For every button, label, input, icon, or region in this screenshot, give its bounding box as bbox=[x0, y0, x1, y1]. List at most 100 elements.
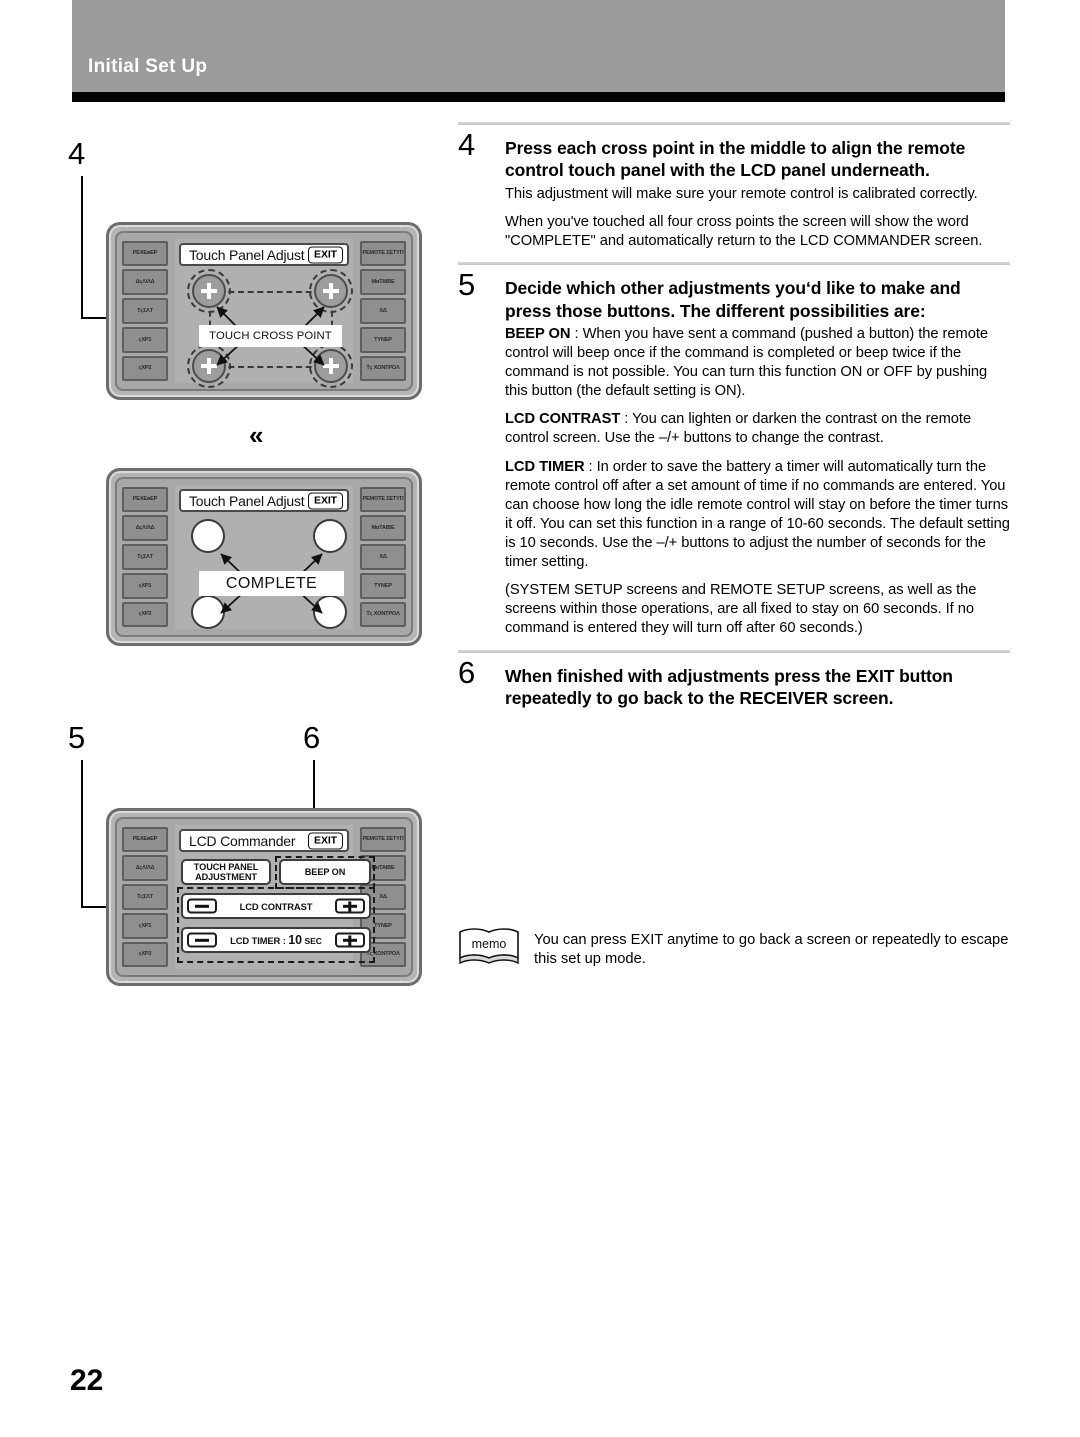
step-4-paragraph-2: When you've touched all four cross point… bbox=[505, 213, 983, 249]
callout-number-4: 4 bbox=[68, 136, 86, 171]
side-button-right-1[interactable]: PEMOTE ΣETYΠ bbox=[360, 240, 406, 267]
device-right-button-column: PEMOTE ΣETYΠ MαTAΙΒΕ XΔ TYNEP Tς XONTPOΛ bbox=[360, 485, 406, 629]
side-button-right-5[interactable]: Tς XONTPOΛ bbox=[360, 355, 406, 382]
figure-lcd-commander: РEXEʙЕР ΔςΛ/ΛΔ TςΣΛT ςXP1 ςXP2 PEMOTE ΣE… bbox=[106, 808, 422, 986]
screen-title: Touch Panel Adjust bbox=[189, 492, 305, 509]
exit-button[interactable]: EXIT bbox=[308, 492, 343, 509]
screen-title-bar: LCD Commander EXIT bbox=[179, 829, 349, 852]
touch-panel-line-1: TOUCH PANEL bbox=[193, 861, 259, 872]
side-button-right-5[interactable]: Tς XONTPOΛ bbox=[360, 601, 406, 628]
side-button-left-2[interactable]: ΔςΛ/ΛΔ bbox=[122, 269, 168, 296]
side-button-left-1[interactable]: РEXEʙЕР bbox=[122, 486, 168, 513]
callout-number-5: 5 bbox=[68, 720, 86, 755]
callout-5-leader-vertical bbox=[81, 760, 83, 908]
side-button-right-4[interactable]: TYNEP bbox=[360, 326, 406, 353]
touch-panel-line-2: ADJUSTMENT bbox=[195, 872, 257, 882]
cross-point-bottom-right[interactable] bbox=[314, 349, 348, 383]
instruction-text-column: 4 Press each cross point in the middle t… bbox=[458, 122, 1010, 720]
divider-above-step-4 bbox=[458, 122, 1010, 125]
device-left-button-column: РEXEʙЕР ΔςΛ/ΛΔ TςΣΛT ςXP1 ςXP2 bbox=[122, 825, 168, 969]
side-button-right-2[interactable]: MαTAΙΒΕ bbox=[360, 269, 406, 296]
device-bezel: РEXEʙЕР ΔςΛ/ΛΔ TςΣΛT ςXP1 ςXP2 PEMOTE ΣE… bbox=[115, 231, 413, 391]
device-left-button-column: РEXEʙЕР ΔςΛ/ΛΔ TςΣΛT ςXP1 ςXP2 bbox=[122, 239, 168, 383]
flow-chevron-marker: « bbox=[249, 420, 264, 450]
screen-title-bar: Touch Panel Adjust EXIT bbox=[179, 489, 349, 512]
exit-button[interactable]: EXIT bbox=[308, 832, 343, 849]
target-circle-bottom-left[interactable] bbox=[191, 595, 225, 629]
step-4: 4 Press each cross point in the middle t… bbox=[458, 129, 1010, 251]
lcd-timer-label: LCD TIMER : bbox=[230, 935, 286, 946]
side-button-right-1[interactable]: PEMOTE ΣETYΠ bbox=[360, 826, 406, 853]
lcd-timer-row[interactable]: LCD TIMER : 10 SEC bbox=[181, 927, 371, 953]
figure-touch-cross-point: РEXEʙЕР ΔςΛ/ΛΔ TςΣΛT ςXP1 ςXP2 PEMOTE ΣE… bbox=[106, 222, 422, 400]
cross-point-top-left[interactable] bbox=[192, 274, 226, 308]
cross-point-bottom-left[interactable] bbox=[192, 349, 226, 383]
lcd-contrast-row[interactable]: LCD CONTRAST bbox=[181, 893, 371, 919]
memo-label: memo bbox=[472, 937, 507, 951]
term-beep-on-text: : When you have sent a command (pushed a… bbox=[505, 325, 988, 400]
side-button-right-1[interactable]: PEMOTE ΣETYΠ bbox=[360, 486, 406, 513]
step-4-paragraph-1: This adjustment will make sure your remo… bbox=[505, 185, 978, 202]
term-beep-on: BEEP ON bbox=[505, 325, 571, 342]
complete-label: COMPLETE bbox=[199, 571, 344, 596]
side-button-right-4[interactable]: TYNEP bbox=[360, 572, 406, 599]
lcd-timer-value: 10 bbox=[288, 933, 302, 947]
step-5-definition-lcd-timer: LCD TIMER : In order to save the battery… bbox=[505, 458, 1010, 573]
divider-above-step-6 bbox=[458, 649, 1010, 653]
step-6: 6 When finished with adjustments press t… bbox=[458, 657, 1010, 710]
lcd-timer-minus-button[interactable] bbox=[187, 932, 217, 948]
side-button-left-2[interactable]: ΔςΛ/ΛΔ bbox=[122, 855, 168, 882]
lcd-contrast-minus-button[interactable] bbox=[187, 898, 217, 914]
device-left-button-column: РEXEʙЕР ΔςΛ/ΛΔ TςΣΛT ςXP1 ςXP2 bbox=[122, 485, 168, 629]
target-circle-top-left[interactable] bbox=[191, 519, 225, 553]
step-5-definition-lcd-contrast: LCD CONTRAST : You can lighten or darken… bbox=[505, 410, 1010, 448]
target-circle-bottom-right[interactable] bbox=[313, 595, 347, 629]
side-button-right-3[interactable]: XΔ bbox=[360, 544, 406, 570]
device-right-button-column: PEMOTE ΣETYΠ MαTAΙΒΕ XΔ TYNEP Tς XONTPOΛ bbox=[360, 239, 406, 383]
side-button-left-2[interactable]: ΔςΛ/ΛΔ bbox=[122, 515, 168, 542]
beep-on-button[interactable]: BEEP ON bbox=[279, 859, 371, 885]
lcd-contrast-label: LCD CONTRAST bbox=[239, 900, 313, 912]
touch-panel-adjustment-button[interactable]: TOUCH PANEL ADJUSTMENT bbox=[181, 859, 271, 885]
side-button-left-5[interactable]: ςXP2 bbox=[122, 601, 168, 628]
side-button-left-4[interactable]: ςXP1 bbox=[122, 326, 168, 353]
device-screen-touch-cross: Touch Panel Adjust EXIT TOUCH CROSS POIN… bbox=[175, 239, 353, 388]
side-button-left-1[interactable]: РEXEʙЕР bbox=[122, 240, 168, 267]
callout-number-6: 6 bbox=[303, 720, 321, 755]
touch-panel-adjustment-label: TOUCH PANEL ADJUSTMENT bbox=[193, 861, 259, 882]
side-button-right-2[interactable]: MαTAΙΒΕ bbox=[360, 515, 406, 542]
term-lcd-timer: LCD TIMER bbox=[505, 458, 585, 475]
memo-block: memo You can press EXIT anytime to go ba… bbox=[458, 926, 1010, 970]
side-button-left-4[interactable]: ςXP1 bbox=[122, 572, 168, 599]
exit-button[interactable]: EXIT bbox=[308, 246, 343, 263]
side-button-right-3[interactable]: XΔ bbox=[360, 298, 406, 324]
step-5: 5 Decide which other adjustments you‘d l… bbox=[458, 269, 1010, 638]
device-screen-lcd-commander: LCD Commander EXIT TOUCH PANEL ADJUSTMEN… bbox=[175, 825, 375, 969]
side-button-left-5[interactable]: ςXP2 bbox=[122, 941, 168, 968]
term-lcd-timer-text: : In order to save the battery a timer w… bbox=[505, 458, 1010, 571]
lcd-timer-label-group: LCD TIMER : 10 SEC bbox=[230, 933, 322, 947]
target-circle-top-right[interactable] bbox=[313, 519, 347, 553]
page-number: 22 bbox=[70, 1364, 104, 1397]
memo-book-icon: memo bbox=[458, 927, 520, 967]
step-5-definition-beep-on: BEEP ON : When you have sent a command (… bbox=[505, 325, 1010, 401]
lcd-timer-plus-button[interactable] bbox=[335, 932, 365, 948]
step-5-number: 5 bbox=[458, 267, 476, 303]
step-4-number: 4 bbox=[458, 127, 476, 162]
figure-complete: РEXEʙЕР ΔςΛ/ΛΔ TςΣΛT ςXP1 ςXP2 PEMOTE ΣE… bbox=[106, 468, 422, 646]
side-button-left-3[interactable]: TςΣΛT bbox=[122, 298, 168, 324]
side-button-left-4[interactable]: ςXP1 bbox=[122, 912, 168, 939]
callout-4-leader-vertical bbox=[81, 176, 83, 319]
side-button-left-1[interactable]: РEXEʙЕР bbox=[122, 826, 168, 853]
step-5-note: (SYSTEM SETUP screens and REMOTE SETUP s… bbox=[505, 582, 977, 637]
cross-point-top-right[interactable] bbox=[314, 274, 348, 308]
side-button-left-3[interactable]: TςΣΛT bbox=[122, 884, 168, 910]
device-bezel: РEXEʙЕР ΔςΛ/ΛΔ TςΣΛT ςXP1 ςXP2 PEMOTE ΣE… bbox=[115, 817, 413, 977]
device-bezel: РEXEʙЕР ΔςΛ/ΛΔ TςΣΛT ςXP1 ςXP2 PEMOTE ΣE… bbox=[115, 477, 413, 637]
step-4-heading: Press each cross point in the middle to … bbox=[505, 138, 966, 181]
side-button-left-5[interactable]: ςXP2 bbox=[122, 355, 168, 382]
lcd-contrast-plus-button[interactable] bbox=[335, 898, 365, 914]
header-divider-bar bbox=[72, 92, 1005, 102]
side-button-left-3[interactable]: TςΣΛT bbox=[122, 544, 168, 570]
screen-title-bar: Touch Panel Adjust EXIT bbox=[179, 243, 349, 266]
